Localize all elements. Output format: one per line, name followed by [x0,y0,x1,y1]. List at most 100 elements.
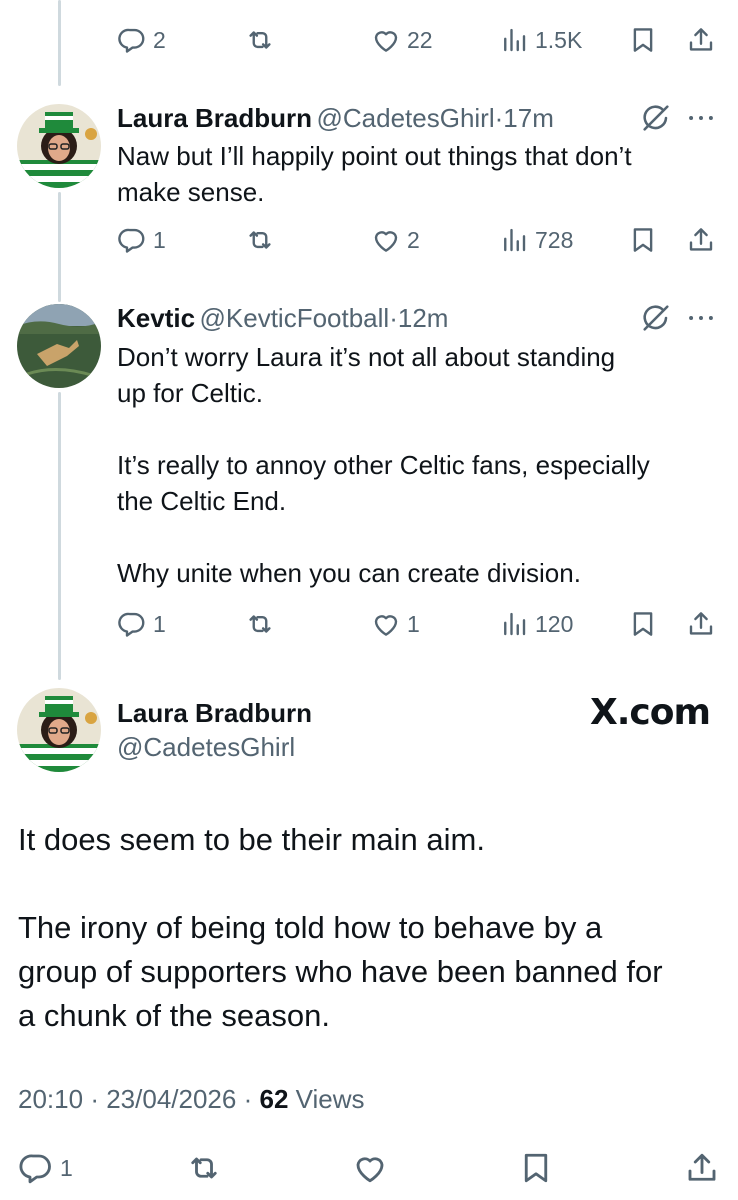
views-button[interactable]: 120 [499,606,573,642]
avatar-image [17,104,101,188]
display-name[interactable]: Laura Bradburn [117,698,312,728]
tweet-text-line: a chunk of the season. [18,998,330,1033]
reply-button[interactable]: 1 [18,1148,73,1188]
like-button[interactable]: 22 [371,22,433,58]
views-count: 120 [535,610,574,637]
bookmark-button[interactable] [628,22,658,58]
reply-count: 1 [153,610,166,637]
separator-dot: · [243,1084,253,1114]
tweet-time[interactable]: 20:10 [18,1084,83,1114]
tweet-text-line: Naw but I’ll happily point out things th… [117,141,632,171]
retweet-icon [186,1150,222,1186]
reply-icon [117,25,147,55]
bookmark-button[interactable] [518,1148,554,1188]
views-count: 728 [535,226,574,253]
views-button[interactable]: 728 [499,222,573,258]
share-button[interactable] [686,606,716,642]
like-count: 2 [407,226,420,253]
heart-icon [371,609,401,639]
avatar-image [17,304,101,388]
reply-button[interactable]: 2 [117,22,166,58]
tweet-meta: 20:10 · 23/04/2026 · 62 Views [18,1084,365,1115]
reply-icon [117,609,147,639]
retweet-button[interactable] [245,606,275,642]
tweet-text: Naw but I’ll happily point out things th… [117,138,717,210]
main-tweet-name-row: Laura Bradburn [117,696,312,730]
tweet-text: Don’t worry Laura it’s not all about sta… [117,339,717,591]
retweet-icon [245,609,275,639]
tweet-text-line: Why unite when you can create division. [117,558,581,588]
tweet-text-line: make sense. [117,177,265,207]
reply-icon [117,225,147,255]
retweet-button[interactable] [245,22,275,58]
bookmark-icon [628,609,658,639]
bookmark-icon [628,25,658,55]
more-icon[interactable] [684,301,718,335]
reply-button[interactable]: 1 [117,222,166,258]
share-icon [686,609,716,639]
share-icon [686,25,716,55]
tweet-text-line: up for Celtic. [117,378,263,408]
avatar[interactable] [17,104,101,188]
more-icon[interactable] [684,101,718,135]
like-button[interactable] [352,1148,388,1188]
like-count: 22 [407,26,433,53]
share-icon [686,225,716,255]
tweet-time[interactable]: 17m [503,103,554,133]
bookmark-button[interactable] [628,606,658,642]
reply-icon [18,1150,54,1186]
tweet-text-line: The irony of being told how to behave by… [18,910,603,945]
views-icon [499,609,529,639]
tweet-text-line: It’s really to annoy other Celtic fans, … [117,450,650,480]
retweet-icon [245,225,275,255]
avatar[interactable] [17,688,101,772]
retweet-button[interactable] [186,1148,222,1188]
user-handle[interactable]: @CadetesGhirl [316,103,494,133]
display-name[interactable]: Laura Bradburn [117,103,312,133]
heart-icon [352,1150,388,1186]
tweet-header: Laura Bradburn @CadetesGhirl·17m [117,101,554,135]
reply-count: 1 [153,226,166,253]
x-com-watermark: X.com [590,692,711,733]
share-button[interactable] [684,1148,720,1188]
heart-icon [371,25,401,55]
share-button[interactable] [686,22,716,58]
share-icon [684,1150,720,1186]
views-count: 1.5K [535,26,583,53]
retweet-button[interactable] [245,222,275,258]
tweet-header: Kevtic @KevticFootball·12m [117,301,448,335]
avatar[interactable] [17,304,101,388]
reply-count: 1 [60,1154,73,1181]
thread-line [58,392,61,680]
reply-button[interactable]: 1 [117,606,166,642]
heart-icon [371,225,401,255]
grok-icon[interactable] [640,102,672,134]
views-label: Views [295,1084,365,1114]
thread-line [58,192,61,302]
bookmark-button[interactable] [628,222,658,258]
separator-dot: · [90,1084,99,1114]
separator-dot: · [494,103,504,133]
like-button[interactable]: 1 [371,606,420,642]
grok-icon[interactable] [640,302,672,334]
views-button[interactable]: 1.5K [499,22,582,58]
avatar-image [17,688,101,772]
display-name[interactable]: Kevtic [117,303,195,333]
tweet-text-line: group of supporters who have been banned… [18,954,663,989]
views-icon [499,225,529,255]
views-number: 62 [259,1084,289,1114]
thread-line [58,0,61,86]
tweet-time[interactable]: 12m [398,303,449,333]
separator-dot: · [389,303,398,333]
views-icon [499,25,529,55]
tweet-date[interactable]: 23/04/2026 [106,1084,236,1114]
share-button[interactable] [686,222,716,258]
tweet-text-line: It does seem to be their main aim. [18,822,485,857]
reply-count: 2 [153,26,166,53]
bookmark-icon [518,1150,554,1186]
user-handle[interactable]: @KevticFootball [200,303,390,333]
tweet-text: It does seem to be their main aim. The i… [18,818,718,1038]
bookmark-icon [628,225,658,255]
like-button[interactable]: 2 [371,222,420,258]
user-handle[interactable]: @CadetesGhirl [117,732,295,763]
